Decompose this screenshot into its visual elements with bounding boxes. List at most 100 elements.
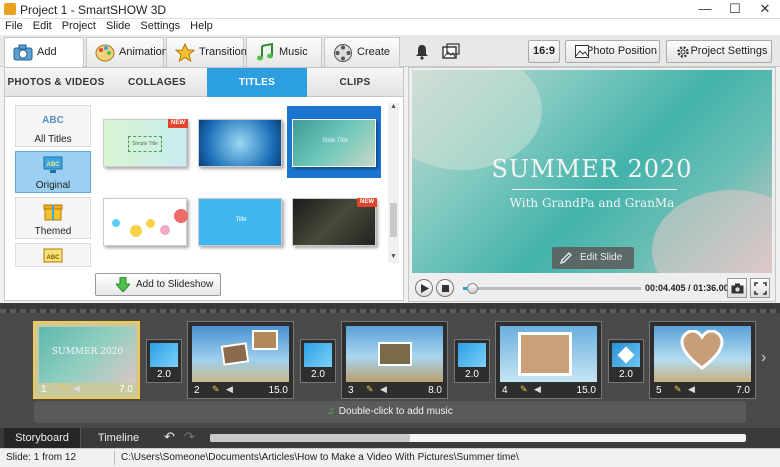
add-to-slideshow-button[interactable]: Add to Slideshow xyxy=(95,273,221,296)
storyboard-transition[interactable]: 2.0 xyxy=(146,339,182,383)
fullscreen-button[interactable] xyxy=(750,278,770,298)
tab-storyboard[interactable]: Storyboard xyxy=(4,428,80,448)
title-thumbnail[interactable]: Simple Title NEW xyxy=(103,119,188,167)
image-gallery-icon[interactable] xyxy=(442,43,460,61)
storyboard-transition[interactable]: 2.0 xyxy=(300,339,336,383)
category-themed[interactable]: Themed xyxy=(15,197,91,239)
edit-slide-button[interactable]: Edit Slide xyxy=(552,247,634,269)
pencil-icon[interactable]: ✎ xyxy=(674,384,682,395)
library-subtabs: PHOTOS & VIDEOS COLLAGES TITLES CLIPS xyxy=(4,67,404,97)
subtab-clips[interactable]: CLIPS xyxy=(307,68,403,97)
scrollbar-thumb[interactable] xyxy=(390,203,397,237)
camera-icon xyxy=(731,283,744,294)
maximize-button[interactable]: ☐ xyxy=(720,0,750,19)
photo-position-button[interactable]: Photo Position xyxy=(565,40,660,63)
pencil-icon[interactable]: ✎ xyxy=(520,384,528,395)
slide-thumbnail xyxy=(192,326,289,382)
speaker-icon[interactable]: ◀ xyxy=(226,384,233,395)
aspect-ratio-button[interactable]: 16:9 xyxy=(528,40,560,63)
storyboard-scrollbar[interactable] xyxy=(210,434,746,442)
title-thumbnail-selected[interactable]: Slide Title xyxy=(292,119,376,167)
storyboard-slide[interactable]: 2 ✎ ◀ 15.0 xyxy=(187,321,294,399)
menu-settings[interactable]: Settings xyxy=(135,19,185,34)
slide-duration: 8.0 xyxy=(428,385,442,396)
preview-stage[interactable]: SUMMER 2020 With GrandPa and GranMa Edit… xyxy=(412,70,772,273)
speaker-icon[interactable]: ◀ xyxy=(688,384,695,395)
storyboard-transition[interactable]: 2.0 xyxy=(608,339,644,383)
minimize-button[interactable]: — xyxy=(690,0,720,19)
preview-panel: SUMMER 2020 With GrandPa and GranMa Edit… xyxy=(408,67,776,302)
slide-thumbnail: SUMMER 2020 xyxy=(39,327,136,383)
redo-icon[interactable]: ↷ xyxy=(184,429,195,445)
slide-number: 5 xyxy=(656,385,662,396)
slide-thumbnail xyxy=(654,326,751,382)
bell-icon[interactable] xyxy=(414,44,430,60)
tab-transitions[interactable]: Transitions xyxy=(166,37,252,67)
speaker-icon[interactable]: ◀ xyxy=(534,384,541,395)
new-badge: NEW xyxy=(357,198,377,207)
category-more[interactable]: ABC xyxy=(15,243,91,267)
menu-edit[interactable]: Edit xyxy=(28,19,57,34)
tab-create[interactable]: Create xyxy=(324,37,400,67)
category-original[interactable]: ABC Original xyxy=(15,151,91,193)
stop-icon xyxy=(442,285,449,292)
slide-number: 1 xyxy=(41,384,47,395)
subtab-collages[interactable]: COLLAGES xyxy=(107,68,207,97)
storyboard-scroll-thumb[interactable] xyxy=(210,434,410,442)
menu-help[interactable]: Help xyxy=(185,19,218,34)
stop-button[interactable] xyxy=(436,279,454,297)
playback-controls: 00:04.405 / 01:36.000 xyxy=(409,275,775,301)
scroll-right-chevron-icon[interactable]: › xyxy=(761,349,766,367)
storyboard-slide[interactable]: 5 ✎ ◀ 7.0 xyxy=(649,321,756,399)
category-all-titles[interactable]: ABC All Titles xyxy=(15,105,91,147)
close-button[interactable]: ✕ xyxy=(750,0,780,19)
title-thumbnail[interactable]: NEW xyxy=(292,198,377,246)
gear-icon xyxy=(677,46,689,58)
playback-track[interactable] xyxy=(463,283,641,294)
photo-icon xyxy=(575,45,589,58)
snapshot-button[interactable] xyxy=(727,278,747,298)
title-thumbnail[interactable] xyxy=(198,119,282,167)
playback-handle[interactable] xyxy=(466,283,478,294)
transition-duration: 2.0 xyxy=(157,369,171,380)
tab-timeline[interactable]: Timeline xyxy=(80,428,156,448)
storyboard-slide[interactable]: SUMMER 2020 1 ✎ ◀ 7.0 xyxy=(33,321,140,399)
library-scrollbar[interactable]: ▲ ▼ xyxy=(388,103,399,263)
tab-animation[interactable]: Animation xyxy=(86,37,168,67)
title-bar: Project 1 - SmartSHOW 3D — ☐ ✕ xyxy=(0,0,780,19)
tab-animation-label: Animation xyxy=(119,46,168,58)
menu-slide[interactable]: Slide xyxy=(101,19,135,34)
pencil-icon[interactable]: ✎ xyxy=(212,384,220,395)
speaker-icon[interactable]: ◀ xyxy=(380,384,387,395)
speaker-icon[interactable]: ◀ xyxy=(73,383,80,394)
tab-music[interactable]: Music xyxy=(246,37,322,67)
storyboard-slide[interactable]: 4 ✎ ◀ 15.0 xyxy=(495,321,602,399)
pencil-icon[interactable]: ✎ xyxy=(59,383,67,394)
scroll-down-arrow-icon[interactable]: ▼ xyxy=(388,253,399,263)
scroll-up-arrow-icon[interactable]: ▲ xyxy=(388,103,399,113)
preview-title: SUMMER 2020 xyxy=(491,155,693,183)
transition-thumbnail xyxy=(612,343,640,367)
menu-project[interactable]: Project xyxy=(57,19,101,34)
time-current: 00:04.405 xyxy=(645,283,686,293)
subtab-photos-videos[interactable]: PHOTOS & VIDEOS xyxy=(5,68,107,97)
music-track[interactable]: ♫ Double-click to add music xyxy=(34,401,746,423)
tab-add[interactable]: Add xyxy=(4,37,84,67)
undo-icon[interactable]: ↶ xyxy=(164,429,175,445)
project-settings-label: Project Settings xyxy=(690,45,768,57)
menu-bar: File Edit Project Slide Settings Help xyxy=(0,19,780,35)
pencil-icon xyxy=(560,252,572,264)
subtab-titles[interactable]: TITLES xyxy=(207,68,307,97)
project-settings-button[interactable]: Project Settings xyxy=(666,40,772,63)
camera-icon xyxy=(13,44,33,61)
pencil-icon[interactable]: ✎ xyxy=(366,384,374,395)
storyboard-slide[interactable]: 3 ✎ ◀ 8.0 xyxy=(341,321,448,399)
menu-file[interactable]: File xyxy=(0,19,28,34)
title-thumbnail[interactable]: Title xyxy=(198,198,282,246)
slide-caption: SUMMER 2020 xyxy=(51,347,124,357)
music-note-icon: ♫ xyxy=(327,406,335,417)
status-bar: Slide: 1 from 12 C:\Users\Someone\Docume… xyxy=(0,448,780,467)
title-thumbnail[interactable] xyxy=(103,198,188,246)
play-button[interactable] xyxy=(415,279,433,297)
storyboard-transition[interactable]: 2.0 xyxy=(454,339,490,383)
